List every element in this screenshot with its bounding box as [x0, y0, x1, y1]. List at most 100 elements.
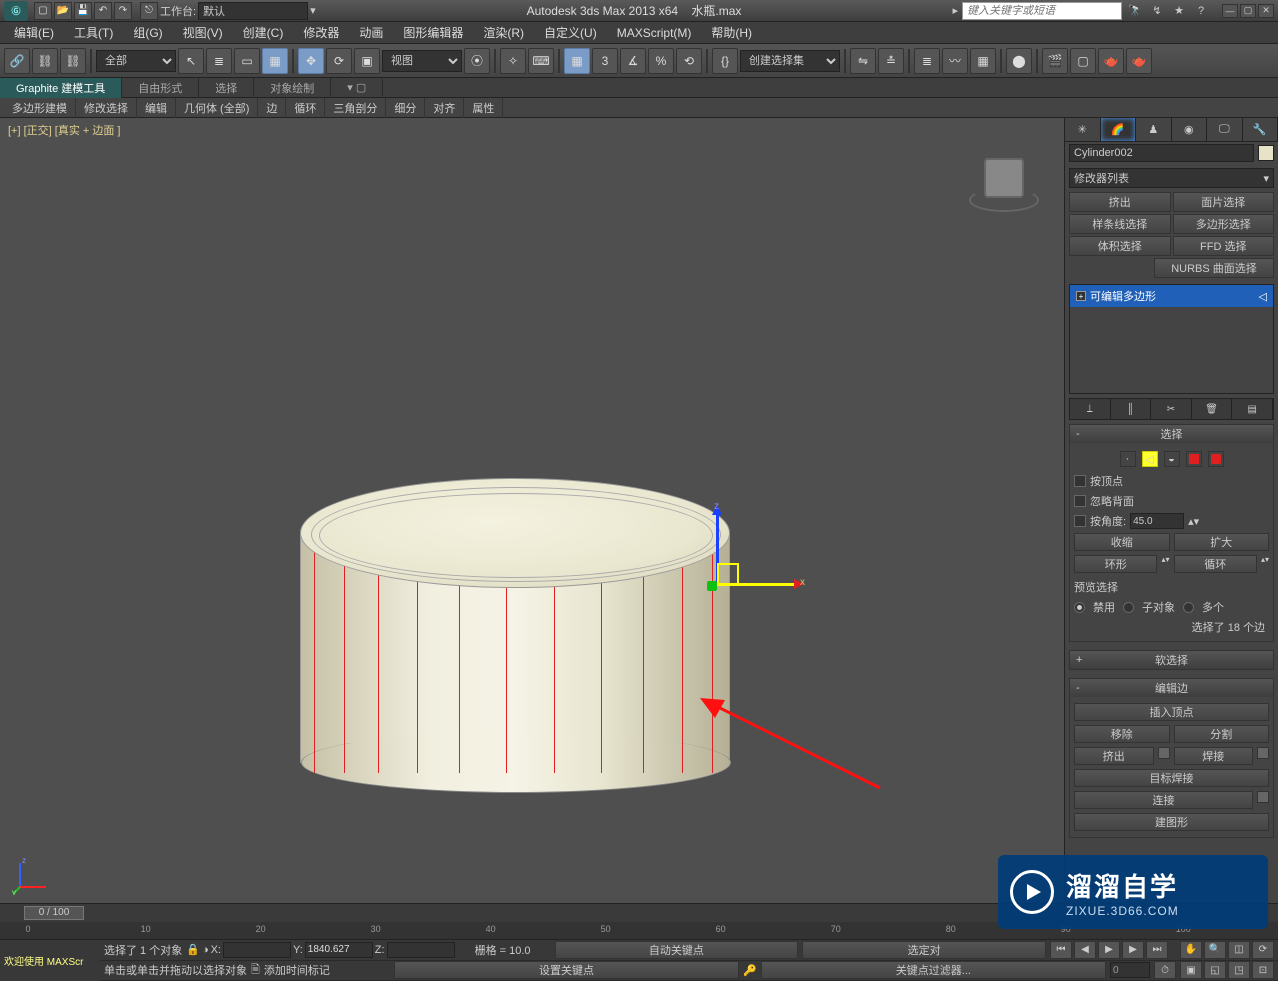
remove-button[interactable]: 移除	[1074, 725, 1170, 743]
loop-button[interactable]: 循环	[1174, 555, 1257, 573]
modifier-list-dropdown[interactable]: 修改器列表▾	[1069, 168, 1274, 188]
extrude-button[interactable]: 挤出	[1074, 747, 1154, 765]
close-button[interactable]: ✕	[1258, 4, 1274, 18]
time-slider-handle[interactable]: 0 / 100	[24, 906, 84, 920]
minimize-button[interactable]: —	[1222, 4, 1238, 18]
keymode-icon[interactable]: ⌨	[528, 48, 554, 74]
shrink-button[interactable]: 收缩	[1074, 533, 1170, 551]
mod-nurbs[interactable]: NURBS 曲面选择	[1154, 258, 1274, 278]
next-frame-icon[interactable]: ▶	[1122, 941, 1144, 959]
select-icon[interactable]: ↖	[178, 48, 204, 74]
menu-help[interactable]: 帮助(H)	[701, 22, 762, 43]
goto-end-icon[interactable]: ⏭	[1146, 941, 1168, 959]
maxscript-mini[interactable]: 欢迎使用 MAXScr	[0, 940, 100, 981]
tool2-icon[interactable]: ↯	[1148, 2, 1166, 20]
remove-mod-icon[interactable]: 🗑	[1192, 399, 1233, 419]
target-weld-button[interactable]: 目标焊接	[1074, 769, 1269, 787]
qat-open-icon[interactable]: 📂	[54, 2, 72, 20]
rs-edge[interactable]: 边	[258, 98, 286, 118]
manip-icon[interactable]: ✧	[500, 48, 526, 74]
spinsnap-icon[interactable]: ⟲	[676, 48, 702, 74]
object-color-swatch[interactable]	[1258, 145, 1274, 161]
nav-zoom-icon[interactable]: 🔍	[1204, 941, 1226, 959]
pivot-icon[interactable]: ⦿	[464, 48, 490, 74]
iso-icon[interactable]: ◑	[202, 944, 209, 956]
stack-expand-icon[interactable]: +	[1076, 291, 1086, 301]
modify-tab-icon[interactable]: 🌈	[1101, 118, 1137, 141]
rollout-selection-header[interactable]: -选择	[1070, 425, 1273, 443]
script-icon[interactable]: 🗎	[251, 961, 260, 980]
gizmo-y-axis[interactable]	[707, 581, 717, 591]
preview-subobj-radio[interactable]	[1123, 602, 1134, 613]
viewport-label[interactable]: [+] [正交] [真实 + 边面 ]	[8, 122, 120, 138]
nav-pan-icon[interactable]: ✋	[1180, 941, 1202, 959]
bind-icon[interactable]: ⛓	[60, 48, 86, 74]
connect-settings-icon[interactable]	[1257, 791, 1269, 803]
so-vertex-icon[interactable]: ·	[1120, 451, 1136, 467]
lock-icon[interactable]: 🔒	[186, 943, 200, 956]
play-icon[interactable]: ▶	[1098, 941, 1120, 959]
so-border-icon[interactable]: ◒	[1164, 451, 1180, 467]
split-button[interactable]: 分割	[1174, 725, 1270, 743]
so-edge-icon[interactable]: ◁	[1142, 451, 1158, 467]
preview-multi-radio[interactable]	[1183, 602, 1194, 613]
ring-button[interactable]: 环形	[1074, 555, 1157, 573]
keyfilter-button[interactable]: 关键点过滤器...	[761, 961, 1106, 979]
nav-fov-icon[interactable]: ◫	[1228, 941, 1250, 959]
renderframe-icon[interactable]: ▢	[1070, 48, 1096, 74]
gizmo-xz-plane[interactable]	[717, 563, 739, 585]
weld-settings-icon[interactable]	[1257, 747, 1269, 759]
window-crossing-icon[interactable]: ▦	[262, 48, 288, 74]
star-icon[interactable]: ★	[1170, 2, 1188, 20]
menu-grapheditor[interactable]: 图形编辑器	[393, 22, 473, 43]
qat-new-icon[interactable]: ▢	[34, 2, 52, 20]
rs-loop[interactable]: 循环	[286, 98, 325, 118]
unlink-icon[interactable]: ⛓	[32, 48, 58, 74]
ribbon-tab-graphite[interactable]: Graphite 建模工具	[0, 78, 122, 98]
stack-item-editable-poly[interactable]: + 可编辑多边形 ◁	[1070, 285, 1273, 307]
configure-icon[interactable]: ▤	[1232, 399, 1273, 419]
mod-extrude[interactable]: 挤出	[1069, 192, 1171, 212]
selname-icon[interactable]: ≣	[206, 48, 232, 74]
qat-save-icon[interactable]: 💾	[74, 2, 92, 20]
qat-undo-icon[interactable]: ↶	[94, 2, 112, 20]
help-icon[interactable]: ?	[1192, 2, 1210, 20]
menu-render[interactable]: 渲染(R)	[473, 22, 534, 43]
qat-redo-icon[interactable]: ↷	[114, 2, 132, 20]
mod-volsel[interactable]: 体积选择	[1069, 236, 1171, 256]
menu-anim[interactable]: 动画	[349, 22, 393, 43]
mirror-icon[interactable]: ⇋	[850, 48, 876, 74]
insert-vertex-button[interactable]: 插入顶点	[1074, 703, 1269, 721]
rs-edit[interactable]: 编辑	[137, 98, 176, 118]
named-selection-dropdown[interactable]: 创建选择集	[740, 50, 840, 72]
modifier-stack[interactable]: + 可编辑多边形 ◁	[1069, 284, 1274, 394]
setkey-button[interactable]: 设置关键点	[394, 961, 739, 979]
so-element-icon[interactable]	[1208, 451, 1224, 467]
snap-icon[interactable]: ▦	[564, 48, 590, 74]
extrude-settings-icon[interactable]	[1158, 747, 1170, 759]
layers-icon[interactable]: ≣	[914, 48, 940, 74]
weld-button[interactable]: 焊接	[1174, 747, 1254, 765]
rollout-editedge-header[interactable]: -编辑边	[1070, 679, 1273, 697]
viewcube-ring[interactable]	[969, 188, 1039, 212]
goto-start-icon[interactable]: ⏮	[1050, 941, 1072, 959]
lock-stack-icon[interactable]: ⟘	[1070, 399, 1111, 419]
rs-modsel[interactable]: 修改选择	[76, 98, 137, 118]
search-input[interactable]	[962, 2, 1122, 20]
by-angle-checkbox[interactable]	[1074, 515, 1086, 527]
selection-filter[interactable]: 全部	[96, 50, 176, 72]
angle-input[interactable]	[1130, 513, 1184, 529]
menu-edit[interactable]: 编辑(E)	[4, 22, 64, 43]
curveedit-icon[interactable]: 〰	[942, 48, 968, 74]
mod-patchsel[interactable]: 面片选择	[1173, 192, 1275, 212]
create-shape-button[interactable]: 建图形	[1074, 813, 1269, 831]
sellock-button[interactable]: 选定对	[802, 941, 1046, 959]
mod-ffdsel[interactable]: FFD 选择	[1173, 236, 1275, 256]
rs-geom[interactable]: 几何体 (全部)	[176, 98, 258, 118]
create-tab-icon[interactable]: ✳	[1065, 118, 1101, 141]
show-end-icon[interactable]: ║	[1111, 399, 1152, 419]
menu-create[interactable]: 创建(C)	[233, 22, 294, 43]
ribbon-tab-selection[interactable]: 选择	[199, 78, 254, 98]
so-polygon-icon[interactable]	[1186, 451, 1202, 467]
grow-button[interactable]: 扩大	[1174, 533, 1270, 551]
